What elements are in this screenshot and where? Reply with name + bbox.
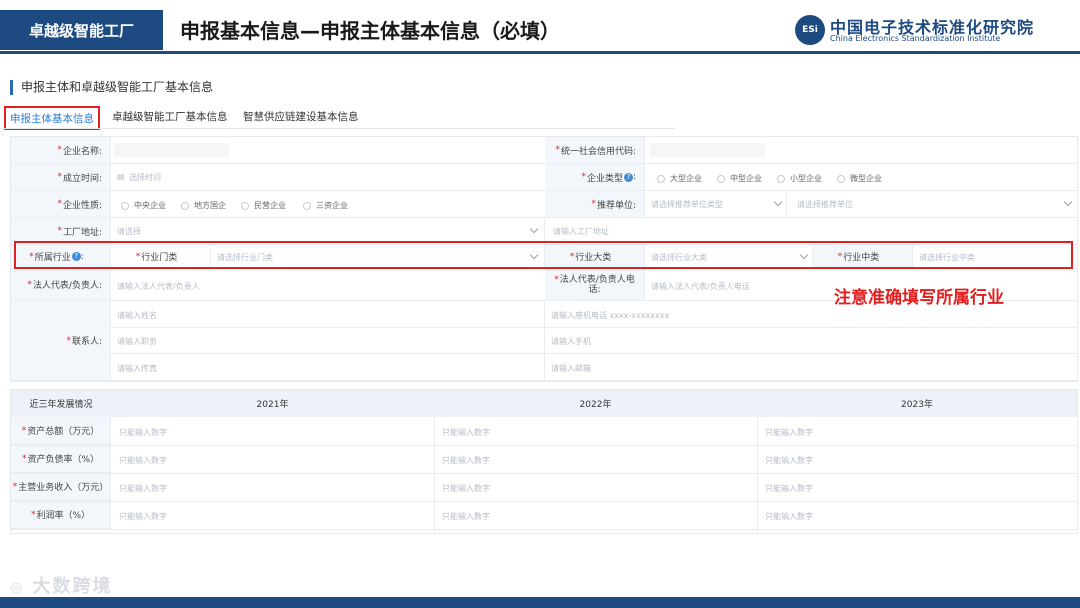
contact-mobile-placeholder: 请输入手机 — [551, 337, 591, 346]
legal-rep-label: * 法人代表/负责人: — [11, 269, 111, 301]
radio-medium-company[interactable]: 中型企业 — [717, 173, 762, 184]
legal-phone-label: *法人代表/负责人电话: — [545, 269, 645, 301]
credit-code-input[interactable] — [645, 137, 1077, 164]
row-divider — [11, 501, 1077, 502]
header-tag: 卓越级智能工厂 — [0, 10, 163, 50]
industry-highlight-box — [14, 241, 1073, 269]
logo-mark-icon: ESi — [795, 15, 825, 45]
radio-private[interactable]: 民营企业 — [241, 200, 286, 211]
established-placeholder: 选择时间 — [129, 173, 161, 182]
cell-input-2022-assets[interactable]: 只能输入数字 — [442, 427, 490, 438]
row-profit-rate-label: * 利润率（%） — [11, 501, 111, 529]
table-header-2023: 2023年 — [757, 390, 1077, 417]
table-header-2022: 2022年 — [434, 390, 757, 417]
tab-applicant-info[interactable]: 申报主体基本信息 — [4, 106, 100, 130]
radio-large-company[interactable]: 大型企业 — [657, 173, 702, 184]
contact-name-input[interactable]: 请输入姓名 — [111, 301, 545, 328]
credit-code-label: * 统一社会信用代码: — [545, 137, 645, 164]
help-icon[interactable]: ? — [623, 172, 633, 182]
row-divider — [11, 473, 1077, 474]
company-type-radio-group: 大型企业 中型企业 小型企业 微型企业 — [645, 164, 1077, 191]
table-header-label: 近三年发展情况 — [11, 390, 111, 417]
cell-input-2021-assets[interactable]: 只能输入数字 — [119, 427, 167, 438]
recommender-type-placeholder: 请选择推荐单位类型 — [651, 200, 723, 209]
contact-fax-input[interactable]: 请输入传真 — [111, 354, 545, 381]
header-divider — [0, 51, 1080, 54]
cell-input-2021-profit[interactable]: 只能输入数字 — [119, 511, 167, 522]
radio-foreign-invested[interactable]: 三资企业 — [303, 200, 348, 211]
page-title: 申报基本信息—申报主体基本信息（必填） — [180, 19, 560, 43]
row-total-assets-label: * 资产总额（万元） — [11, 417, 111, 445]
calendar-icon: ▤ — [117, 172, 125, 181]
cell-input-2022-debt[interactable]: 只能输入数字 — [442, 455, 490, 466]
chevron-down-icon — [773, 197, 783, 207]
established-label: * 成立时间: — [11, 164, 111, 191]
tab-underline — [0, 128, 675, 129]
company-type-label: * 企业类型?: — [545, 164, 645, 191]
cell-input-2023-profit[interactable]: 只能输入数字 — [765, 511, 813, 522]
recommender-label: * 推荐单位: — [545, 191, 645, 218]
industry-note: 注意准确填写所属行业 — [834, 288, 1004, 308]
row-divider — [11, 445, 1077, 446]
col-divider — [757, 417, 758, 534]
company-name-input[interactable] — [111, 137, 545, 164]
contact-email-placeholder: 请输入邮箱 — [551, 364, 591, 373]
contact-name-placeholder: 请输入姓名 — [117, 311, 157, 320]
table-header-2021: 2021年 — [111, 390, 434, 417]
radio-local-soe[interactable]: 地方国企 — [181, 200, 226, 211]
watermark-logo: ◎ 大数跨境 — [10, 576, 113, 597]
chevron-down-icon — [1063, 197, 1073, 207]
row-divider — [11, 529, 1077, 530]
radio-small-company[interactable]: 小型企业 — [777, 173, 822, 184]
cell-input-2023-debt[interactable]: 只能输入数字 — [765, 455, 813, 466]
established-date-picker[interactable]: ▤ 选择时间 — [111, 164, 545, 191]
company-nature-label: * 企业性质: — [11, 191, 111, 218]
recommender-type-select[interactable]: 请选择推荐单位类型 — [645, 191, 787, 218]
radio-micro-company[interactable]: 微型企业 — [837, 173, 882, 184]
contact-position-input[interactable]: 请输入职务 — [111, 328, 545, 354]
tab-supply-chain-info[interactable]: 智慧供应链建设基本信息 — [243, 106, 359, 130]
tab-bar: 申报主体基本信息 卓越级智能工厂基本信息 智慧供应链建设基本信息 — [0, 106, 700, 130]
col-divider — [434, 417, 435, 534]
chevron-down-icon — [529, 224, 539, 234]
page: 卓越级智能工厂 申报基本信息—申报主体基本信息（必填） ESi 中国电子技术标准… — [0, 0, 1080, 608]
contact-mobile-input[interactable]: 请输入手机 — [545, 328, 1077, 354]
row-revenue-label: * 主营业务收入（万元） — [11, 473, 111, 501]
slide-header: 卓越级智能工厂 申报基本信息—申报主体基本信息（必填） ESi 中国电子技术标准… — [0, 0, 1080, 52]
address-region-placeholder: 请选择 — [117, 227, 141, 236]
contact-position-placeholder: 请输入职务 — [117, 337, 157, 346]
contact-label: * 联系人: — [11, 301, 111, 381]
address-detail-placeholder: 请输入工厂地址 — [553, 227, 609, 236]
contact-landline-placeholder: 请输入座机电话 xxxx-xxxxxxxx — [551, 311, 670, 320]
footer-bar — [0, 597, 1080, 608]
cell-input-2022-profit[interactable]: 只能输入数字 — [442, 511, 490, 522]
recommender-unit-select[interactable]: 请选择推荐单位 — [787, 191, 1077, 218]
cell-input-2021-revenue[interactable]: 只能输入数字 — [119, 483, 167, 494]
legal-rep-placeholder: 请输入法人代表/负责人 — [117, 282, 200, 291]
company-name-label: * 企业名称: — [11, 137, 111, 164]
recommender-unit-placeholder: 请选择推荐单位 — [797, 200, 853, 209]
contact-email-input[interactable]: 请输入邮箱 — [545, 354, 1077, 381]
development-table: 近三年发展情况 2021年 2022年 2023年 * 资产总额（万元） * 资产负… — [10, 389, 1078, 534]
cell-input-2021-debt[interactable]: 只能输入数字 — [119, 455, 167, 466]
company-nature-radio-group: 中央企业 地方国企 民营企业 三资企业 — [111, 191, 545, 218]
section-title: 申报主体和卓越级智能工厂基本信息 — [10, 80, 213, 95]
tab-factory-info[interactable]: 卓越级智能工厂基本信息 — [112, 106, 228, 130]
legal-phone-placeholder: 请输入法人代表/负责人电话 — [651, 282, 750, 291]
cell-input-2022-revenue[interactable]: 只能输入数字 — [442, 483, 490, 494]
cesi-logo: ESi 中国电子技术标准化研究院 China Electronics Stand… — [795, 12, 1065, 48]
cell-input-2023-assets[interactable]: 只能输入数字 — [765, 427, 813, 438]
radio-central-soe[interactable]: 中央企业 — [121, 200, 166, 211]
legal-rep-input[interactable]: 请输入法人代表/负责人 — [111, 269, 545, 301]
row-debt-ratio-label: * 资产负债率（%） — [11, 445, 111, 473]
logo-name-en: China Electronics Standardization Instit… — [830, 34, 1001, 43]
contact-fax-placeholder: 请输入传真 — [117, 364, 157, 373]
cell-input-2023-revenue[interactable]: 只能输入数字 — [765, 483, 813, 494]
